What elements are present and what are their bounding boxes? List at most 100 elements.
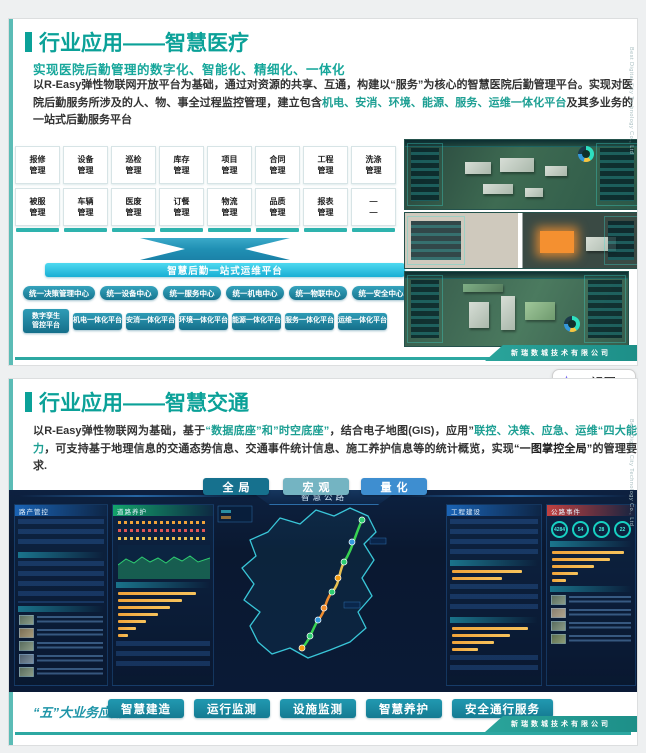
bar	[118, 634, 128, 637]
para-text: 以R-Easy弹性物联网为基础，基于	[33, 425, 206, 437]
donut-chart	[578, 146, 594, 162]
platform-box: 数字孪生 管控平台	[23, 309, 69, 333]
mode-button-macro[interactable]: 宏观	[283, 478, 349, 495]
platform-box: 环境一体化平台	[179, 312, 228, 330]
module-cell: 车辆 管理	[63, 188, 108, 232]
photo-thumbnail	[19, 615, 34, 625]
title-text: 行业应用——智慧医疗	[39, 32, 249, 55]
mode-button-global[interactable]: 全局	[203, 478, 269, 495]
map-legend	[217, 505, 253, 523]
header-line	[19, 495, 254, 497]
title-bar-icon	[25, 392, 32, 412]
company-footer: 新瑞数城技术有限公司	[485, 716, 637, 732]
bar	[118, 613, 158, 616]
stat-rows	[450, 655, 538, 673]
page-title: 行业应用——智慧医疗	[25, 27, 249, 57]
hud-panel	[407, 143, 443, 206]
progress-bar	[452, 641, 494, 644]
slide-paragraph: 以R-Easy弹性物联网为基础，基于“数据底座”和”时空底座”，结合电子地图(G…	[33, 423, 637, 476]
building	[469, 302, 489, 328]
biz-button-maintenance[interactable]: 智慧养护	[366, 699, 442, 718]
platform-banner: 智慧后勤一站式运维平台	[45, 263, 405, 277]
center-pill: 统一安全中心	[352, 286, 410, 300]
building	[545, 166, 567, 176]
event-item	[19, 628, 103, 638]
module-cell: 报表 管理	[303, 188, 348, 232]
dot-series-orange	[118, 521, 208, 524]
dot-series-red	[118, 529, 208, 532]
gauge-total: 4284	[551, 521, 568, 538]
bar	[118, 606, 170, 609]
bar	[552, 572, 578, 575]
gauge: 54	[572, 521, 589, 538]
bar	[118, 627, 136, 630]
module-cell: 合同 管理	[255, 146, 300, 184]
building	[525, 302, 555, 320]
side-watermark: Best Digital City Technology Co., Ltd	[628, 419, 634, 527]
progress-bar	[452, 570, 522, 573]
slide-paragraph: 以R-Easy弹性物联网开放平台为基础，通过对资源的共享、互通，构建以“服务”为…	[33, 77, 633, 130]
page-title: 行业应用——智慧交通	[25, 387, 249, 417]
building	[483, 184, 513, 194]
para-highlight: “数据底座”和”时空底座”	[205, 425, 330, 437]
para-emphasis: “一图掌控全局”	[513, 442, 593, 455]
bar	[118, 599, 182, 602]
event-item	[19, 615, 103, 625]
module-grid-row1: 报修 管理 设备 管理 巡检 管理 库存 管理 项目 管理 合同 管理 工程 管…	[15, 146, 403, 184]
event-item	[551, 634, 631, 644]
panel-road-assets: 路产管控	[14, 504, 108, 686]
stat-rows	[18, 519, 104, 549]
hud-panel	[584, 275, 626, 343]
biz-button-operation[interactable]: 运行监测	[194, 699, 270, 718]
funnel-shape	[140, 249, 290, 260]
stat-rows	[116, 641, 210, 667]
bar	[552, 579, 566, 582]
module-cell: 库存 管理	[159, 146, 204, 184]
biz-button-safety[interactable]: 安全通行服务	[452, 699, 553, 718]
event-gauges: 4284 54 28 22	[549, 521, 633, 538]
slide-smart-transportation: 行业应用——智慧交通 以R-Easy弹性物联网为基础，基于“数据底座”和”时空底…	[8, 378, 638, 746]
event-item	[19, 654, 103, 664]
biz-button-facility[interactable]: 设施监测	[280, 699, 356, 718]
building	[465, 162, 491, 174]
building	[500, 158, 534, 172]
dot-series-yellow	[118, 537, 208, 540]
photo-thumbnail	[19, 667, 34, 677]
bar	[552, 558, 610, 561]
progress-bar	[452, 577, 502, 580]
biz-button-construction[interactable]: 智慧建造	[108, 699, 184, 718]
sub-header	[550, 541, 632, 547]
item-text	[37, 628, 103, 638]
slide-smart-healthcare: 行业应用——智慧医疗 实现医院后勤管理的数字化、智能化、精细化、一体化 以R-E…	[8, 18, 638, 366]
module-cell: 被服 管理	[15, 188, 60, 232]
photo-thumbnail	[19, 641, 34, 651]
photo-thumbnail	[19, 654, 34, 664]
biz-buttons-row: 智慧建造 运行监测 设施监测 智慧养护 安全通行服务	[108, 699, 553, 718]
sub-header	[450, 560, 538, 566]
module-cell: 巡检 管理	[111, 146, 156, 184]
panel-header: 道路养护	[113, 505, 213, 516]
area-chart	[118, 545, 210, 579]
module-cell: — —	[351, 188, 396, 232]
progress-bar	[452, 627, 528, 630]
event-item	[551, 595, 631, 605]
para-text: ，结合电子地图(GIS)，应用”	[329, 425, 474, 437]
item-text	[569, 621, 631, 631]
photo-thumbnail	[551, 595, 566, 605]
module-grid-row2: 被服 管理 车辆 管理 医废 管理 订餐 管理 物流 管理 品质 管理 报表 管…	[15, 188, 403, 232]
title-text: 行业应用——智慧交通	[39, 392, 249, 415]
footer-line	[15, 732, 631, 735]
event-item	[19, 641, 103, 651]
item-text	[37, 615, 103, 625]
mode-button-quantify[interactable]: 量化	[361, 478, 427, 495]
unified-centers-row: 统一决策管理中心 统一设备中心 统一服务中心 统一机电中心 统一物联中心 统一安…	[23, 286, 410, 300]
panel-header: 工程建设	[447, 505, 541, 516]
event-item	[551, 608, 631, 618]
panel-construction: 工程建设	[446, 504, 542, 686]
item-text	[569, 595, 631, 605]
module-cell: 报修 管理	[15, 146, 60, 184]
panel-road-maintenance: 道路养护	[112, 504, 214, 686]
gis-map	[217, 505, 387, 659]
center-pill: 统一物联中心	[289, 286, 347, 300]
slide-subtitle: 实现医院后勤管理的数字化、智能化、精细化、一体化	[33, 63, 346, 77]
